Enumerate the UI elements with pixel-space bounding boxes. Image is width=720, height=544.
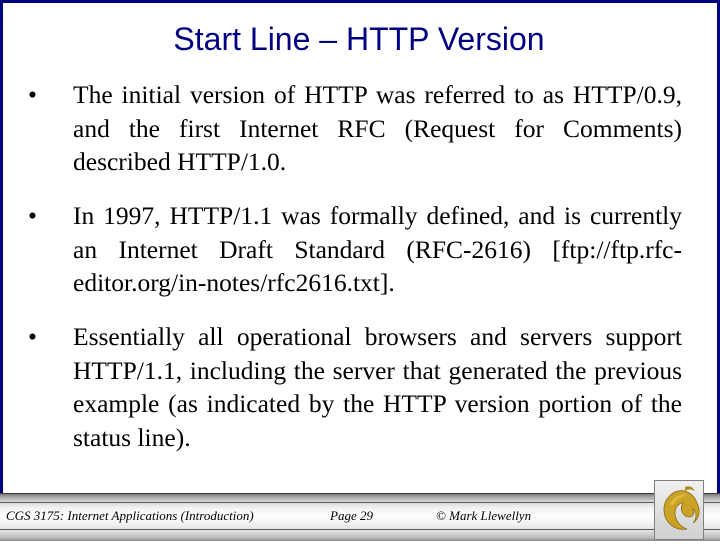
bullet-icon: • <box>28 80 37 109</box>
footer-page-number: Page 29 <box>330 508 373 523</box>
footer-divider <box>0 529 720 530</box>
bullet-text: In 1997, HTTP/1.1 was formally defined, … <box>73 201 682 297</box>
footer-course: CGS 3175: Internet Applications (Introdu… <box>6 508 254 523</box>
slide-footer: CGS 3175: Internet Applications (Introdu… <box>0 493 720 541</box>
logo-container <box>654 480 704 540</box>
slide-title: Start Line – HTTP Version <box>173 21 545 57</box>
footer-copyright: © Mark Llewellyn <box>436 508 532 523</box>
bullet-text: The initial version of HTTP was referred… <box>73 80 682 176</box>
bullet-icon: • <box>28 201 37 230</box>
bullet-text: Essentially all operational browsers and… <box>73 322 682 452</box>
bullet-icon: • <box>28 322 37 351</box>
footer-divider <box>0 502 720 503</box>
pegasus-logo-icon <box>663 486 700 530</box>
